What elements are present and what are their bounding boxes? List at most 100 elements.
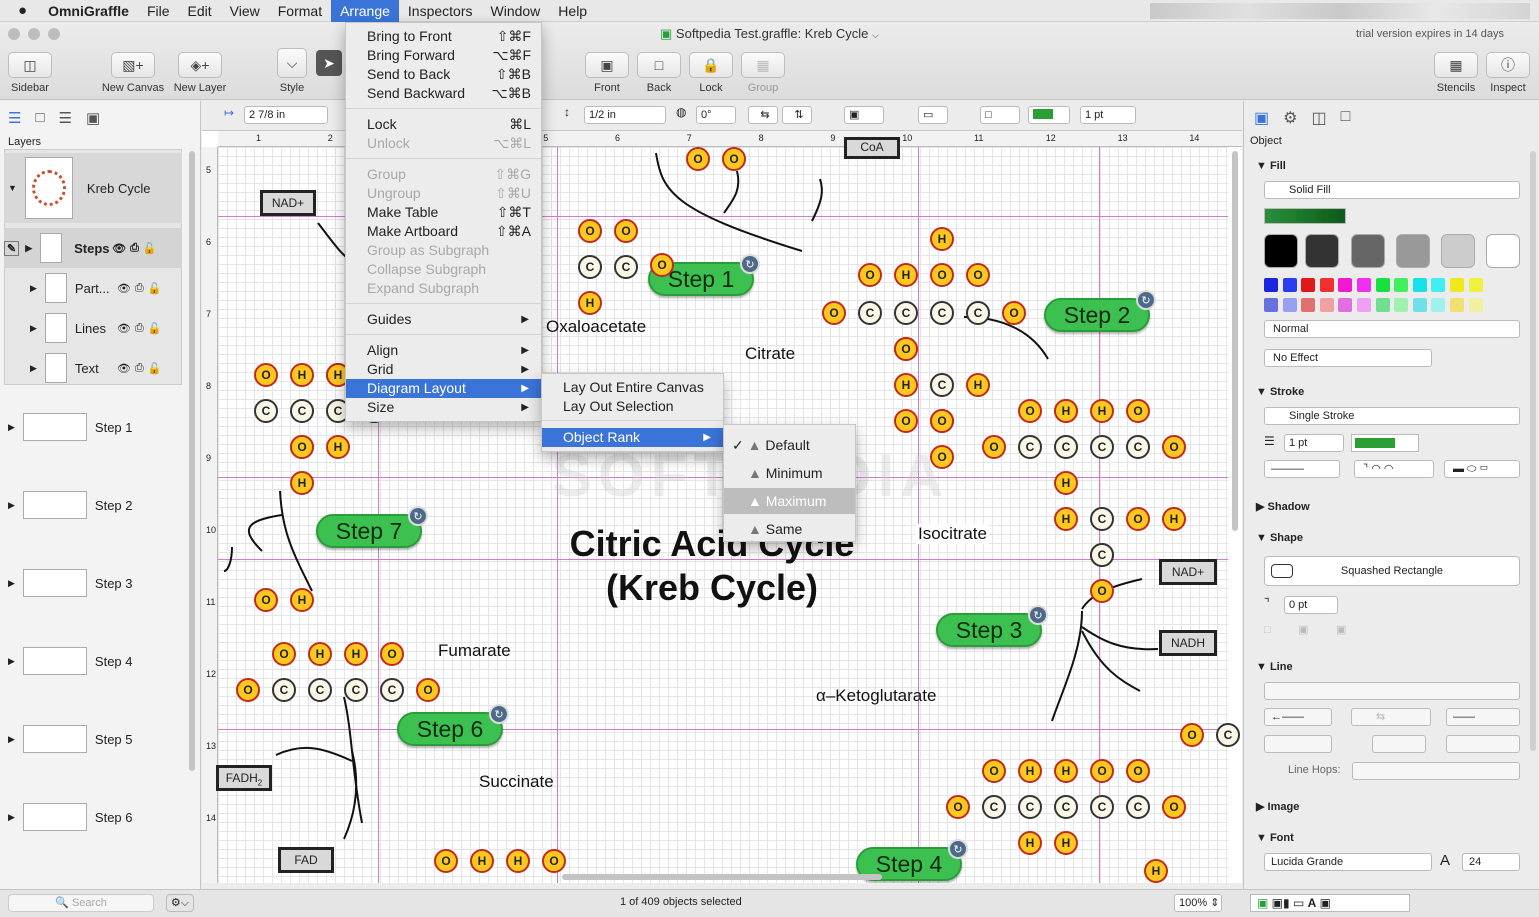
oxygen-atom[interactable]: O <box>272 642 296 666</box>
oxygen-atom[interactable]: O <box>822 301 846 325</box>
oxygen-atom[interactable]: O <box>894 337 918 361</box>
oxygen-atom[interactable]: O <box>894 409 918 433</box>
font-size-field[interactable]: 24 <box>1462 853 1520 871</box>
hydrogen-atom[interactable]: H <box>966 373 990 397</box>
menu-inspectors[interactable]: Inspectors <box>399 0 482 22</box>
carbon-atom[interactable]: C <box>930 301 954 325</box>
visibility-icon[interactable]: 👁 <box>117 322 131 335</box>
rank-same-item[interactable]: ▲ Same <box>724 516 855 542</box>
oxygen-atom[interactable]: O <box>966 263 990 287</box>
unlock-icon[interactable]: 🔓 <box>143 242 157 255</box>
color-swatch[interactable] <box>1468 278 1483 292</box>
font-section[interactable]: ▼ Font <box>1256 832 1294 844</box>
color-swatch[interactable] <box>1394 278 1409 292</box>
color-swatch[interactable] <box>1412 278 1427 292</box>
menu-file[interactable]: File <box>138 0 179 22</box>
print-icon[interactable]: ⎙ <box>135 282 144 295</box>
selection-tab-icon[interactable]: ▣ <box>86 109 100 127</box>
carbon-atom[interactable]: C <box>982 795 1006 819</box>
stroke-color-well[interactable] <box>1351 434 1419 452</box>
molecule-label-ketoglutarate[interactable]: α–Ketoglutarate <box>816 686 936 706</box>
color-swatch[interactable] <box>1412 298 1427 312</box>
color-swatch[interactable] <box>1264 278 1278 292</box>
sidebar-scrollbar[interactable] <box>189 151 195 771</box>
coa-box[interactable]: CoA <box>844 137 900 159</box>
swatch[interactable] <box>1441 234 1475 268</box>
hydrogen-atom[interactable]: H <box>1162 507 1186 531</box>
sidebar-button[interactable]: ◫ Sidebar <box>8 52 52 94</box>
oxygen-atom[interactable]: O <box>578 219 602 243</box>
group-button[interactable]: ▦ Group <box>741 52 785 94</box>
shape-style-popup[interactable]: ▭ <box>918 106 948 124</box>
stencils-button[interactable]: ▦ Stencils <box>1434 52 1478 94</box>
fill-style-popup[interactable]: □ <box>980 106 1020 124</box>
unlock-icon[interactable]: 🔓 <box>148 322 162 335</box>
height-field[interactable]: 1/2 in <box>584 106 666 124</box>
nad-box[interactable]: NAD+ <box>1159 559 1217 585</box>
rank-minimum-item[interactable]: ▲ Minimum <box>724 460 855 486</box>
hydrogen-atom[interactable]: H <box>290 471 314 495</box>
arrange-item-size[interactable]: Size ▶ <box>346 398 541 417</box>
hydrogen-atom[interactable]: H <box>290 363 314 387</box>
swatch[interactable] <box>1305 234 1339 268</box>
swatch[interactable] <box>1486 234 1520 268</box>
carbon-atom[interactable]: C <box>894 301 918 325</box>
oxygen-atom[interactable]: O <box>1162 435 1186 459</box>
print-icon[interactable]: ⎙ <box>135 362 144 375</box>
menu-edit[interactable]: Edit <box>179 0 221 22</box>
step-6-button[interactable]: Step 6 ↻ <box>397 704 509 746</box>
oxygen-atom[interactable]: O <box>1180 723 1204 747</box>
oxygen-atom[interactable]: O <box>254 363 278 387</box>
arrange-item-lock[interactable]: Lock ⌘L <box>346 115 541 134</box>
hydrogen-atom[interactable]: H <box>894 263 918 287</box>
carbon-atom[interactable]: C <box>1054 435 1078 459</box>
carbon-atom[interactable]: C <box>1090 435 1114 459</box>
oxygen-atom[interactable]: O <box>416 678 440 702</box>
hydrogen-atom[interactable]: H <box>1054 471 1078 495</box>
stroke-width-field[interactable]: 1 pt <box>1284 434 1344 452</box>
visibility-icon[interactable]: 👁 <box>112 242 126 255</box>
oxygen-atom[interactable]: O <box>380 642 404 666</box>
x-position-field[interactable]: 2 7/8 in <box>244 106 328 124</box>
close-window-button[interactable] <box>8 28 20 40</box>
visibility-icon[interactable]: 👁 <box>117 362 131 375</box>
carbon-atom[interactable]: C <box>1054 795 1078 819</box>
hydrogen-atom[interactable]: H <box>1018 759 1042 783</box>
color-swatch[interactable] <box>1264 298 1278 312</box>
carbon-atom[interactable]: C <box>1126 435 1150 459</box>
shape-tool-buttons[interactable]: □ ▣ ▣ <box>1264 623 1520 641</box>
oxygen-atom[interactable]: O <box>858 263 882 287</box>
arrange-item-group-as-subgraph[interactable]: Group as Subgraph <box>346 241 541 260</box>
oxygen-atom[interactable]: O <box>1162 795 1186 819</box>
hydrogen-atom[interactable]: H <box>344 642 368 666</box>
hydrogen-atom[interactable]: H <box>1054 507 1078 531</box>
menu-format[interactable]: Format <box>269 0 331 22</box>
carbon-atom[interactable]: C <box>272 678 296 702</box>
print-icon[interactable]: ⎙ <box>130 242 139 255</box>
fadh2-box[interactable]: FADH2 <box>216 765 272 791</box>
stroke-color-popup[interactable] <box>1028 106 1070 124</box>
layer-row-text[interactable]: ▶ Text 👁 ⎙ 🔓 <box>4 348 182 388</box>
carbon-atom[interactable]: C <box>1126 795 1150 819</box>
line-end-popup[interactable]: —— <box>1446 708 1520 726</box>
carbon-atom[interactable]: C <box>930 373 954 397</box>
shadow-style-popup[interactable]: ▣ <box>844 106 884 124</box>
hydrogen-atom[interactable]: H <box>506 849 530 873</box>
new-canvas-button[interactable]: ▧+ New Canvas <box>100 52 166 94</box>
lay-out-entire-canvas-item[interactable]: Lay Out Entire Canvas <box>542 378 723 397</box>
molecule-label-isocitrate[interactable]: Isocitrate <box>916 524 989 544</box>
color-swatch[interactable] <box>1338 278 1353 292</box>
canvas-vertical-scrollbar[interactable] <box>1232 151 1238 531</box>
color-swatch[interactable] <box>1450 278 1464 292</box>
color-swatch[interactable] <box>1468 298 1483 312</box>
line-type-popup[interactable] <box>1264 682 1520 700</box>
diagram-subtitle[interactable]: (Kreb Cycle) <box>512 567 912 609</box>
carbon-atom[interactable]: C <box>1216 723 1240 747</box>
inspect-button[interactable]: ⓘ Inspect <box>1486 52 1530 94</box>
layer-row-lines[interactable]: ▶ Lines 👁 ⎙ 🔓 <box>4 308 182 348</box>
step-3-button[interactable]: Step 3 ↻ <box>936 605 1048 647</box>
color-swatch[interactable] <box>1450 298 1464 312</box>
corner-radius-field[interactable]: 0 pt <box>1284 596 1338 614</box>
oxygen-atom[interactable]: O <box>930 263 954 287</box>
minimize-window-button[interactable] <box>28 28 40 40</box>
